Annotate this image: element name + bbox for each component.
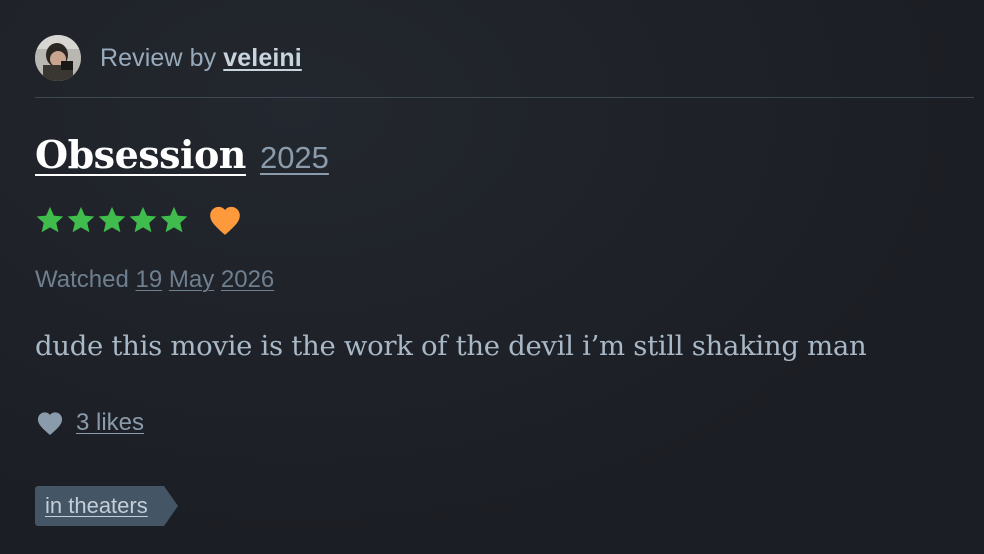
star-icon xyxy=(98,206,126,233)
avatar[interactable] xyxy=(35,35,81,81)
rating-row xyxy=(34,204,243,236)
star-icon xyxy=(36,206,64,233)
liked-heart-icon xyxy=(210,206,240,235)
username-link[interactable]: veleini xyxy=(223,44,302,72)
film-heading: Obsession 2025 xyxy=(35,132,329,177)
tag-in-theaters[interactable]: in theaters xyxy=(35,486,178,526)
heart-icon[interactable] xyxy=(35,410,65,436)
watched-month-link[interactable]: May xyxy=(169,266,214,293)
likes-row: 3 likes xyxy=(35,409,144,437)
film-year-link[interactable]: 2025 xyxy=(260,140,329,176)
review-header: Review by veleini xyxy=(35,34,974,82)
watched-day-link[interactable]: 19 xyxy=(136,266,163,293)
star-icon xyxy=(160,206,188,233)
watched-label: Watched xyxy=(35,266,129,293)
watched-date: Watched 19 May 2026 xyxy=(35,266,274,294)
film-title-link[interactable]: Obsession xyxy=(35,132,246,177)
star-icon xyxy=(67,206,95,233)
likes-count-link[interactable]: 3 likes xyxy=(76,409,144,437)
review-by-line: Review by veleini xyxy=(100,44,302,73)
header-divider xyxy=(35,97,974,98)
watched-year-link[interactable]: 2026 xyxy=(221,266,274,293)
star-icon xyxy=(129,206,157,233)
review-by-label: Review by xyxy=(100,43,217,72)
review-body: dude this movie is the work of the devil… xyxy=(35,330,867,362)
